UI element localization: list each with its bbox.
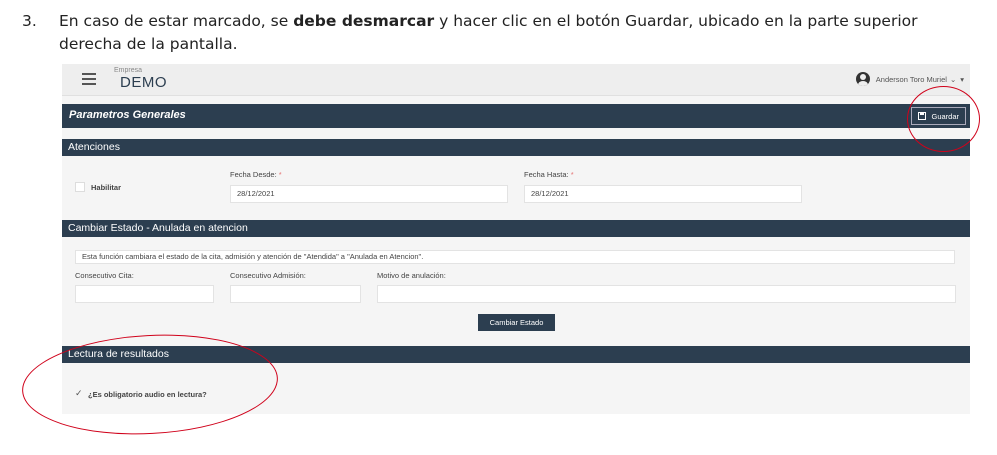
save-button[interactable]: Guardar	[911, 107, 966, 125]
fecha-hasta-label: Fecha Hasta: *	[524, 170, 574, 179]
info-text: Esta función cambiara el estado de la ci…	[75, 250, 955, 264]
consecutivo-admision-label: Consecutivo Admisión:	[230, 271, 306, 280]
save-icon	[918, 112, 927, 120]
cambiar-estado-button[interactable]: Cambiar Estado	[478, 314, 555, 331]
instruction-text: 3. En caso de estar marcado, se debe des…	[22, 10, 939, 56]
fecha-desde-field[interactable]: 28/12/2021	[230, 185, 508, 203]
instruction-part1: En caso de estar marcado, se	[59, 12, 294, 30]
chevron-down-icon: ⌄	[949, 74, 957, 84]
app-window: Empresa DEMO Anderson Toro Muriel ⌄ ▾ Pa…	[62, 64, 970, 414]
page-title: Parametros Generales	[69, 109, 186, 121]
save-button-label: Guardar	[931, 111, 959, 121]
user-name: Anderson Toro Muriel	[875, 74, 947, 84]
habilitar-checkbox[interactable]	[75, 182, 85, 192]
caret-down-icon: ▾	[960, 74, 964, 84]
section-header-cambiar-estado: Cambiar Estado - Anulada en atencion	[62, 220, 970, 237]
fecha-hasta-field[interactable]: 28/12/2021	[524, 185, 802, 203]
habilitar-label: Habilitar	[91, 183, 122, 192]
instruction-bold: debe desmarcar	[293, 12, 435, 30]
consecutivo-cita-field[interactable]	[75, 285, 214, 303]
section-header-lectura: Lectura de resultados	[62, 346, 970, 363]
hamburger-menu-icon[interactable]	[82, 73, 96, 85]
motivo-label: Motivo de anulación:	[377, 271, 446, 280]
top-bar: Empresa DEMO Anderson Toro Muriel ⌄ ▾	[62, 64, 970, 96]
user-avatar-icon	[855, 72, 870, 86]
motivo-field[interactable]	[377, 285, 956, 303]
page-title-bar: Parametros Generales Guardar	[62, 104, 970, 128]
consecutivo-admision-field[interactable]	[230, 285, 361, 303]
check-icon[interactable]: ✓	[75, 388, 83, 399]
audio-obligatorio-label: ¿Es obligatorio audio en lectura?	[88, 390, 207, 399]
brand-subtitle: Empresa	[114, 67, 143, 74]
instruction-number: 3.	[22, 12, 37, 30]
fecha-desde-label: Fecha Desde: *	[230, 170, 282, 179]
consecutivo-cita-label: Consecutivo Cita:	[75, 271, 134, 280]
brand-logo: DEMO	[120, 74, 167, 91]
user-menu[interactable]: Anderson Toro Muriel ⌄ ▾	[855, 72, 964, 86]
section-header-atenciones: Atenciones	[62, 139, 970, 156]
